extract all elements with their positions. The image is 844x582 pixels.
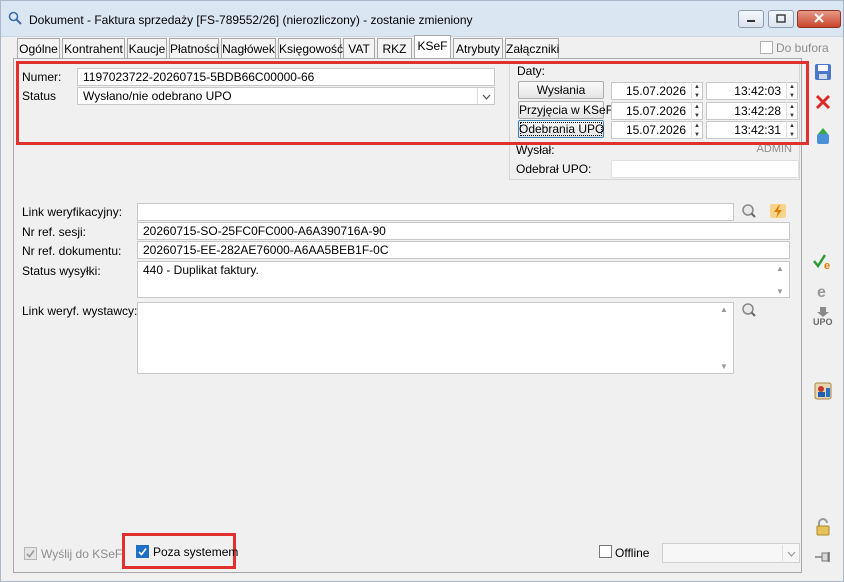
lock-button[interactable] bbox=[812, 517, 834, 539]
offline-checkbox[interactable] bbox=[599, 545, 612, 558]
checkmark-icon bbox=[26, 547, 35, 561]
odebral-upo-label: Odebrał UPO: bbox=[516, 162, 592, 176]
maximize-icon bbox=[776, 12, 786, 26]
offline-label: Offline bbox=[615, 546, 650, 560]
status-wysylki-scrollbar[interactable]: ▲ ▼ bbox=[772, 264, 788, 296]
poza-systemem-checkbox[interactable] bbox=[136, 545, 149, 558]
magnifier-app-icon bbox=[8, 11, 22, 28]
nr-ref-sesji-field[interactable]: 20260715-SO-25FC0FC000-A6A390716A-90 bbox=[137, 222, 790, 240]
odebral-upo-field bbox=[611, 160, 799, 178]
close-window-button[interactable] bbox=[797, 10, 841, 28]
do-bufora-label: Do bufora bbox=[776, 41, 829, 55]
tab-zalaczniki[interactable]: Załączniki bbox=[505, 38, 559, 58]
zoom-icon bbox=[741, 302, 757, 321]
send-ksef-button[interactable]: e bbox=[812, 281, 834, 303]
preview-wystawca-link-button[interactable] bbox=[738, 300, 760, 322]
user-card-button[interactable] bbox=[812, 381, 834, 403]
export-arrow-icon bbox=[814, 127, 832, 148]
nr-ref-sesji-label: Nr ref. sesji: bbox=[22, 225, 87, 239]
tab-vat[interactable]: VAT bbox=[343, 38, 375, 58]
save-icon bbox=[814, 63, 832, 84]
tab-ogolne[interactable]: Ogólne bbox=[17, 38, 60, 58]
minimize-icon bbox=[746, 12, 756, 26]
close-icon bbox=[815, 94, 831, 113]
link-weryf-wystawcy-scrollbar[interactable]: ▲ ▼ bbox=[716, 305, 732, 371]
tab-kontrahent[interactable]: Kontrahent bbox=[62, 38, 125, 58]
maximize-button[interactable] bbox=[768, 10, 794, 28]
cancel-button[interactable] bbox=[812, 92, 834, 114]
upo-icon: UPO bbox=[812, 306, 834, 329]
document-window: Dokument - Faktura sprzedaży [FS-789552/… bbox=[0, 0, 844, 582]
minimize-button[interactable] bbox=[738, 10, 764, 28]
link-weryf-wystawcy-field[interactable] bbox=[137, 302, 734, 374]
status-wysylki-label: Status wysyłki: bbox=[22, 264, 101, 278]
checkmark-icon bbox=[138, 545, 147, 559]
zoom-icon bbox=[741, 203, 757, 222]
poza-systemem-label: Poza systemem bbox=[153, 545, 239, 559]
wyslij-do-ksef-checkbox bbox=[24, 547, 37, 560]
wyslij-do-ksef-label: Wyślij do KSeF bbox=[41, 547, 123, 561]
svg-text:UPO: UPO bbox=[813, 317, 833, 326]
preview-link-button[interactable] bbox=[738, 201, 760, 223]
ksef-tab-panel: Numer: 1197023722-20260715-5BDB66C00000-… bbox=[13, 58, 809, 573]
tab-naglowek[interactable]: Nagłówek bbox=[221, 38, 276, 58]
chevron-down-icon bbox=[787, 546, 796, 560]
tab-atrybuty[interactable]: Atrybuty bbox=[453, 38, 503, 58]
wyslal-label: Wysłał: bbox=[516, 143, 555, 157]
pin-button[interactable] bbox=[812, 547, 834, 569]
tab-ksiegowosc[interactable]: Księgowość bbox=[278, 38, 343, 58]
ksef-e-icon: e bbox=[814, 282, 832, 303]
link-weryfikacyjny-label: Link weryfikacyjny: bbox=[22, 205, 123, 219]
pin-icon bbox=[814, 550, 832, 567]
confirm-ksef-button[interactable]: e bbox=[812, 251, 834, 273]
tab-platnosci[interactable]: Płatności bbox=[169, 38, 219, 58]
link-weryf-wystawcy-label: Link weryf. wystawcy: bbox=[22, 304, 138, 318]
svg-text:e: e bbox=[824, 260, 830, 270]
unlock-icon bbox=[814, 517, 832, 539]
highlight-box-top bbox=[16, 61, 809, 145]
title-bar: Dokument - Faktura sprzedaży [FS-789552/… bbox=[1, 1, 843, 37]
tab-ksef[interactable]: KSeF bbox=[414, 35, 451, 58]
checkmark-e-icon: e bbox=[813, 252, 833, 273]
offline-select[interactable] bbox=[662, 543, 800, 563]
tab-kaucje[interactable]: Kaucje bbox=[127, 38, 167, 58]
close-icon bbox=[813, 12, 825, 27]
nr-ref-dokumentu-field[interactable]: 20260715-EE-282AE76000-A6AA5BEB1F-0C bbox=[137, 241, 790, 259]
user-card-icon bbox=[814, 382, 832, 403]
tab-rkz[interactable]: RKZ bbox=[377, 38, 412, 58]
nr-ref-dokumentu-label: Nr ref. dokumentu: bbox=[22, 244, 122, 258]
lightning-icon bbox=[769, 202, 787, 223]
svg-text:e: e bbox=[817, 284, 826, 300]
do-bufora-checkbox[interactable] bbox=[760, 41, 773, 54]
window-title: Dokument - Faktura sprzedaży [FS-789552/… bbox=[29, 13, 473, 27]
save-button[interactable] bbox=[812, 62, 834, 84]
download-upo-button[interactable]: UPO bbox=[812, 306, 834, 328]
status-wysylki-field[interactable]: 440 - Duplikat faktury. bbox=[137, 261, 790, 298]
generate-link-button[interactable] bbox=[767, 201, 789, 223]
approve-button[interactable] bbox=[812, 126, 834, 148]
link-weryfikacyjny-field[interactable] bbox=[137, 203, 734, 221]
offline-dropdown-button[interactable] bbox=[782, 545, 799, 561]
